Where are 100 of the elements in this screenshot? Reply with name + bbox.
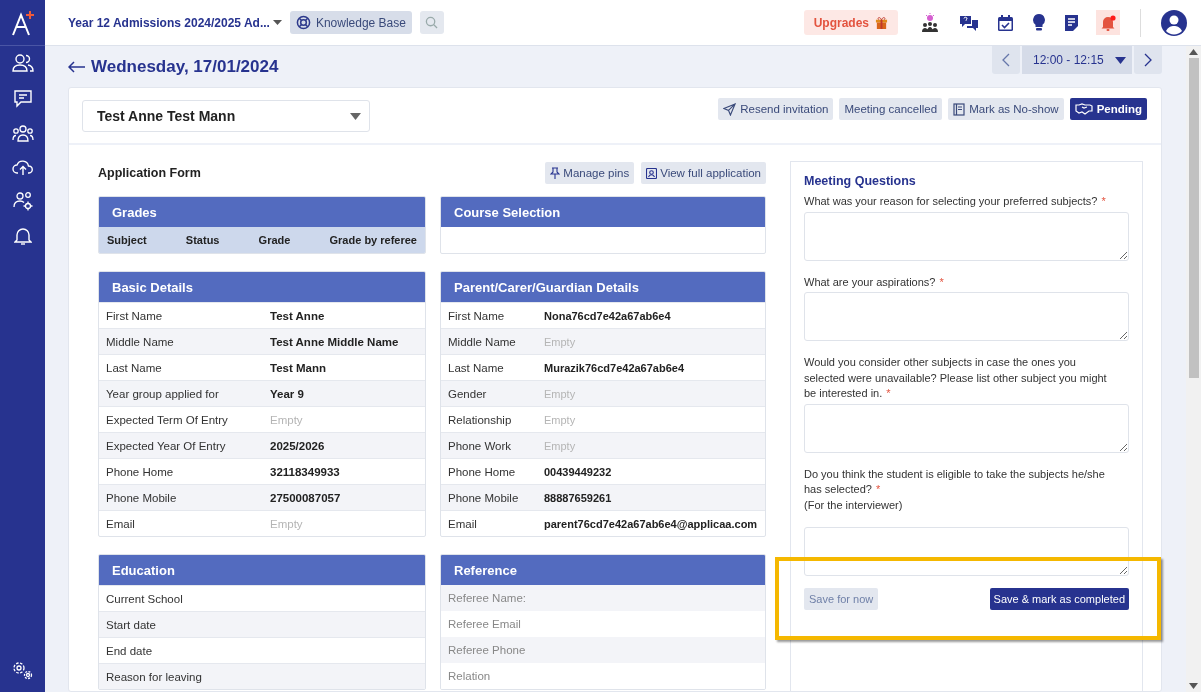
required-mark: * xyxy=(939,275,944,288)
settings-icon[interactable] xyxy=(11,660,34,680)
status-button[interactable]: Pending xyxy=(1069,98,1147,120)
panel-header: Education xyxy=(99,555,425,585)
field-label: Email xyxy=(448,517,478,530)
field-value: Test Anne Middle Name xyxy=(270,335,399,348)
panel-header: Basic Details xyxy=(99,272,425,302)
panel-title: Meeting Questions xyxy=(804,174,917,188)
bell-icon[interactable] xyxy=(13,226,32,246)
lifebuoy-icon xyxy=(295,15,311,30)
field-value: 32118349933 xyxy=(270,465,340,478)
scrollbar[interactable] xyxy=(1186,46,1201,692)
group-settings-icon[interactable] xyxy=(11,191,34,211)
field-label: Referee Email xyxy=(448,618,521,630)
question-label: Do you think the student is eligible to take the subjects he/she has selected? * (For the interviewer) xyxy=(804,466,1106,513)
field-value: Empty xyxy=(544,413,576,426)
group-icon[interactable] xyxy=(11,123,34,143)
panel-header: Grades xyxy=(99,197,425,227)
required-mark: * xyxy=(886,387,891,399)
program-dropdown[interactable]: Year 12 Admissions 2024/2025 Ad... xyxy=(68,15,282,30)
search-icon xyxy=(425,16,439,29)
avatar-icon[interactable] xyxy=(1161,9,1187,36)
field-value: 27500087057 xyxy=(270,491,341,504)
column-header: Grade xyxy=(258,234,291,246)
paper-plane-icon xyxy=(723,102,737,116)
field-value: Nona76cd7e42a67ab6e4 xyxy=(544,309,671,322)
chat-icon[interactable] xyxy=(12,88,33,108)
field-label: Email xyxy=(106,517,136,530)
question-label: What are your aspirations? * xyxy=(804,274,945,290)
answer-field[interactable] xyxy=(804,403,1129,453)
document-icon[interactable] xyxy=(1065,14,1078,31)
action-button[interactable]: Meeting cancelled xyxy=(839,98,943,120)
field-value: Murazik76cd7e42a67ab6e4 xyxy=(544,361,685,374)
field-value: parent76cd7e42a67ab6e4@applicaa.com xyxy=(544,517,758,530)
field-value: Test Anne xyxy=(270,309,325,322)
field-label: Middle Name xyxy=(448,335,517,348)
section-title: Application Form xyxy=(98,166,201,180)
field-label: First Name xyxy=(448,309,506,322)
profile-icon xyxy=(646,167,658,179)
field-value: 2025/2026 xyxy=(270,439,325,452)
field-label: Middle Name xyxy=(106,335,175,348)
field-label: Last Name xyxy=(106,361,163,374)
answer-field[interactable] xyxy=(804,527,1129,576)
panel-header: Parent/Carer/Guardian Details xyxy=(441,272,765,302)
field-value: Empty xyxy=(544,387,576,400)
field-label: Phone Mobile xyxy=(448,491,520,504)
question-label: Would you consider other subjects in case the ones you selected were unavailable? Please list other subject you might be interested in. * xyxy=(804,355,1108,401)
back-arrow-icon[interactable] xyxy=(68,60,85,73)
field-label: Year group applied for xyxy=(106,387,220,400)
caret-icon xyxy=(272,19,282,26)
lightbulb-icon[interactable] xyxy=(1033,14,1045,31)
field-value: Test Mann xyxy=(270,361,326,374)
question-label: What was your reason for selecting your preferred subjects? * xyxy=(804,194,1107,209)
field-value: Empty xyxy=(270,517,303,530)
field-value: Empty xyxy=(544,439,576,452)
knowledge-base-button[interactable]: Knowledge Base xyxy=(289,11,412,34)
scroll-up-icon[interactable] xyxy=(1189,49,1198,55)
chevron-left-icon xyxy=(1002,53,1010,67)
people-icon[interactable] xyxy=(11,53,34,73)
field-label: Last Name xyxy=(448,361,505,374)
field-label: Gender xyxy=(448,387,488,400)
field-value: 00439449232 xyxy=(544,465,612,478)
scroll-down-icon[interactable] xyxy=(1189,683,1198,689)
time-slot-dropdown[interactable]: 12:00 - 12:15 xyxy=(1022,46,1132,74)
save-completed-button[interactable]: Save & mark as completed xyxy=(989,588,1129,610)
field-label: Relationship xyxy=(448,413,513,426)
answer-field[interactable] xyxy=(804,292,1129,341)
view-application-button[interactable]: View full application xyxy=(641,162,766,184)
field-label: Phone Home xyxy=(106,465,175,478)
team-idea-icon[interactable] xyxy=(920,12,940,33)
field-label: First Name xyxy=(106,309,164,322)
scroll-thumb[interactable] xyxy=(1188,58,1199,378)
field-label: Start date xyxy=(106,618,156,631)
panel-header: Course Selection xyxy=(441,197,765,227)
column-header: Subject xyxy=(107,234,147,246)
action-button[interactable]: Mark as No-show xyxy=(948,98,1064,120)
field-label: Expected Year Of Entry xyxy=(106,439,227,452)
field-label: Relation xyxy=(448,670,491,682)
calendar-check-icon[interactable] xyxy=(998,14,1013,31)
manage-pins-button[interactable]: Manage pins xyxy=(545,162,635,184)
notifications-button[interactable] xyxy=(1096,10,1120,35)
help-chat-icon[interactable] xyxy=(960,14,978,31)
field-value: Empty xyxy=(544,335,576,348)
bell-icon xyxy=(1100,14,1116,31)
field-label: Current School xyxy=(106,592,183,605)
caret-icon xyxy=(350,112,361,120)
book-icon xyxy=(953,102,966,116)
panel-header: Reference xyxy=(441,555,765,585)
field-value: Empty xyxy=(270,413,303,426)
field-label: Phone Mobile xyxy=(106,491,178,504)
field-label: Expected Term Of Entry xyxy=(106,413,229,426)
field-value: Year 9 xyxy=(270,387,304,400)
answer-field[interactable] xyxy=(804,211,1129,261)
cloud-upload-icon[interactable] xyxy=(11,158,34,176)
field-label: Referee Name: xyxy=(448,592,526,604)
field-label: Phone Work xyxy=(448,439,513,452)
applicant-dropdown[interactable]: Test Anne Test Mann xyxy=(82,100,370,132)
handshake-icon xyxy=(1074,103,1093,115)
field-value: 88887659261 xyxy=(544,491,612,504)
action-button[interactable]: Resend invitation xyxy=(718,98,834,120)
